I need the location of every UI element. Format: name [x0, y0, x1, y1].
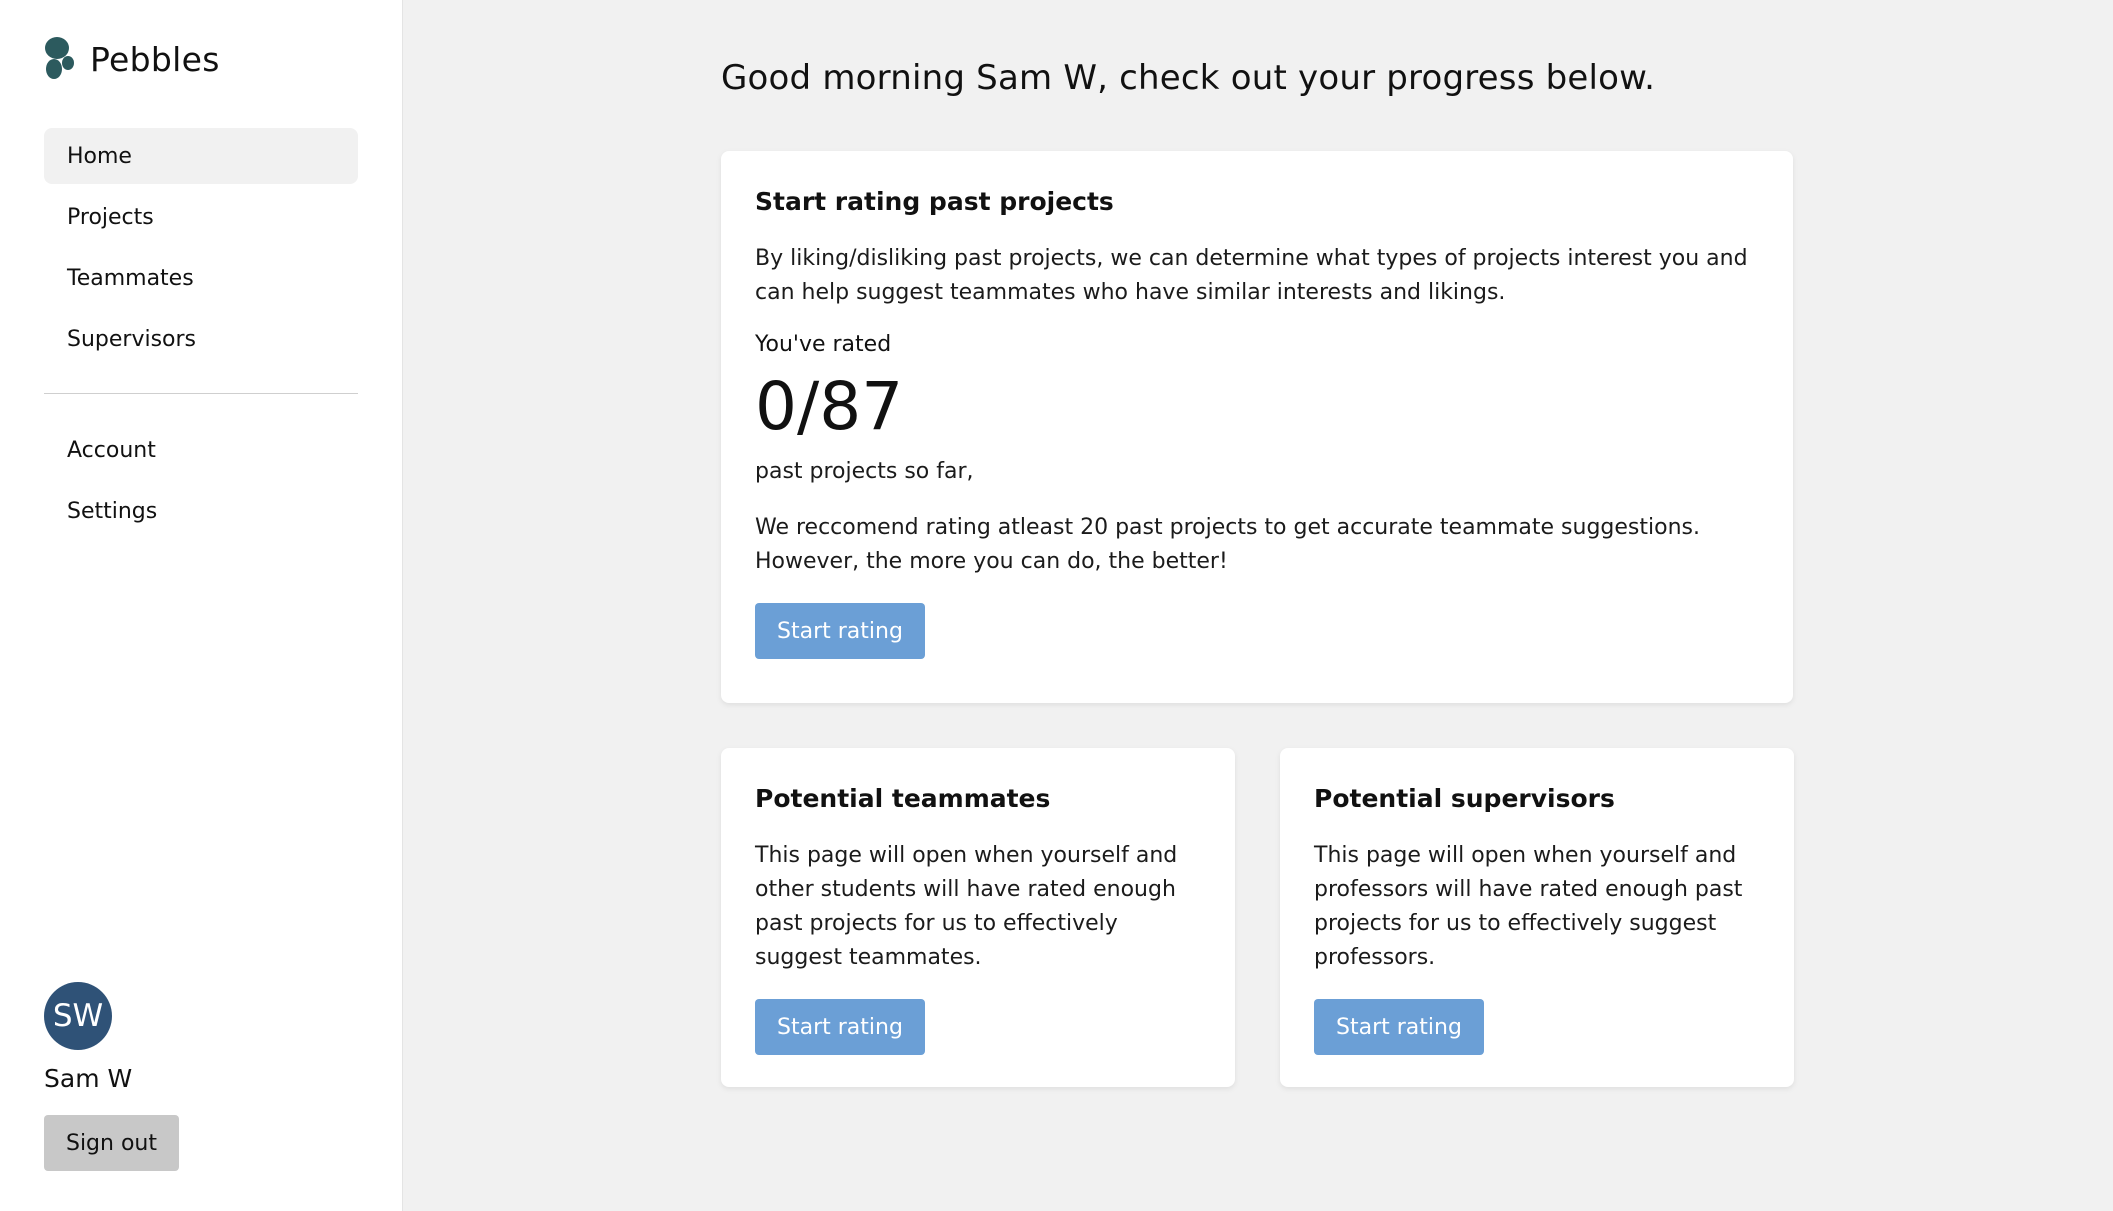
rated-count: 0/87	[755, 368, 904, 445]
rating-card: Start rating past projects By liking/dis…	[721, 151, 1793, 703]
card-title: Potential teammates	[755, 784, 1051, 813]
rated-suffix: past projects so far,	[755, 459, 974, 484]
sidebar-item-account[interactable]: Account	[44, 422, 358, 478]
sidebar-item-label: Home	[67, 143, 132, 169]
avatar: SW	[44, 982, 112, 1050]
sidebar: Pebbles Home Projects Teammates Supervis…	[0, 0, 403, 1211]
sidebar-item-label: Settings	[67, 498, 158, 524]
card-description: This page will open when yourself and ot…	[755, 843, 1178, 970]
supervisors-start-rating-button[interactable]: Start rating	[1314, 999, 1484, 1055]
sidebar-item-label: Projects	[67, 204, 154, 230]
sidebar-item-projects[interactable]: Projects	[44, 189, 358, 245]
sidebar-item-label: Supervisors	[67, 326, 197, 352]
sidebar-item-label: Account	[67, 437, 156, 463]
card-title: Potential supervisors	[1314, 784, 1615, 813]
nav-divider	[44, 393, 358, 394]
user-profile: SW Sam W Sign out	[44, 982, 179, 1171]
rated-label: You've rated	[755, 332, 892, 357]
sidebar-item-settings[interactable]: Settings	[44, 483, 358, 539]
recommendation-text: We reccomend rating atleast 20 past proj…	[755, 515, 1700, 574]
sidebar-item-supervisors[interactable]: Supervisors	[44, 311, 358, 367]
sign-out-button[interactable]: Sign out	[44, 1115, 179, 1171]
sidebar-item-home[interactable]: Home	[44, 128, 358, 184]
brand[interactable]: Pebbles	[44, 36, 220, 82]
card-description: This page will open when yourself and pr…	[1314, 843, 1743, 970]
card-title: Start rating past projects	[755, 187, 1114, 216]
sidebar-item-label: Teammates	[67, 265, 194, 291]
brand-name: Pebbles	[90, 39, 220, 79]
pebbles-logo-icon	[45, 37, 74, 79]
start-rating-button[interactable]: Start rating	[755, 603, 925, 659]
page-title: Good morning Sam W, check out your progr…	[721, 58, 1656, 98]
user-name: Sam W	[44, 1064, 133, 1093]
main-content: Good morning Sam W, check out your progr…	[403, 0, 2113, 1211]
sidebar-item-teammates[interactable]: Teammates	[44, 250, 358, 306]
teammates-card: Potential teammates This page will open …	[721, 748, 1235, 1087]
teammates-start-rating-button[interactable]: Start rating	[755, 999, 925, 1055]
supervisors-card: Potential supervisors This page will ope…	[1280, 748, 1794, 1087]
sidebar-nav: Home Projects Teammates Supervisors Acco…	[44, 128, 358, 544]
card-description: By liking/disliking past projects, we ca…	[755, 246, 1748, 305]
